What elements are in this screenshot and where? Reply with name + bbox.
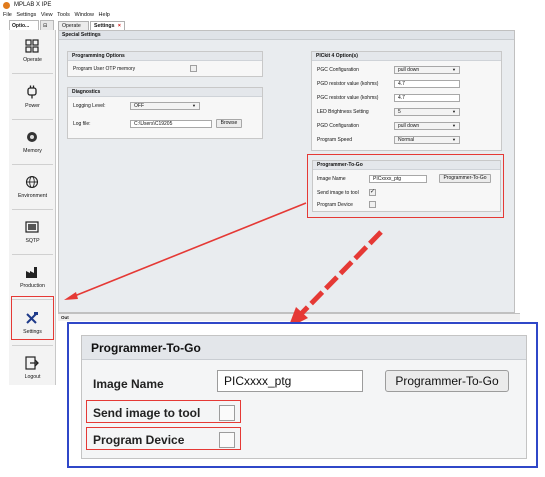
tab-settings[interactable]: Settings × bbox=[90, 21, 125, 30]
menu-help[interactable]: Help bbox=[99, 12, 110, 18]
title-bar: MPLAB X IPE bbox=[0, 0, 545, 11]
output-tab[interactable]: Out bbox=[58, 313, 520, 321]
tab-operate[interactable]: Operate bbox=[58, 21, 89, 30]
pgd-resistor-input[interactable]: 4.7 bbox=[394, 80, 460, 88]
pgc-resistor-input[interactable]: 4.7 bbox=[394, 94, 460, 102]
chevron-down-icon: ▼ bbox=[192, 103, 196, 108]
log-file-input[interactable]: C:\Users\C19205 bbox=[130, 120, 212, 128]
program-speed-label: Program Speed bbox=[317, 137, 353, 143]
sidebar-item-label: SQTP bbox=[25, 238, 40, 244]
tab-settings-label: Settings bbox=[94, 23, 115, 29]
program-speed-value: Normal bbox=[398, 137, 415, 143]
divider bbox=[12, 209, 53, 210]
zoom-callout: Programmer-To-Go Image Name PICxxxx_ptg … bbox=[67, 322, 538, 468]
pgc-configuration-select[interactable]: pull down ▼ bbox=[394, 66, 460, 74]
side-tab-strip: Optio... ⊟ bbox=[9, 20, 56, 30]
programming-options-panel: Programming Options Program User OTP mem… bbox=[67, 51, 263, 77]
menu-settings[interactable]: Settings bbox=[16, 12, 36, 18]
menu-view[interactable]: View bbox=[41, 12, 53, 18]
pgd-configuration-value: pull down bbox=[398, 123, 420, 129]
sidebar-item-production[interactable]: Production bbox=[9, 256, 56, 298]
close-icon[interactable]: × bbox=[118, 23, 121, 29]
tab-minimize[interactable]: ⊟ bbox=[40, 20, 54, 30]
sidebar-item-label: Memory bbox=[23, 148, 42, 154]
pgc-configuration-value: pull down bbox=[398, 67, 420, 73]
sidebar-item-logout[interactable]: Logout bbox=[9, 347, 56, 389]
sidebar-item-operate[interactable]: Operate bbox=[9, 30, 56, 72]
sidebar-item-label: Operate bbox=[23, 57, 42, 63]
tab-options[interactable]: Optio... bbox=[9, 20, 39, 30]
logging-level-select[interactable]: OFF ▼ bbox=[130, 102, 200, 110]
menu-bar: File Settings View Tools Window Help bbox=[0, 11, 545, 20]
led-brightness-select[interactable]: 5 ▼ bbox=[394, 108, 460, 116]
led-brightness-label: LED Brightness Setting bbox=[317, 109, 369, 115]
led-brightness-value: 5 bbox=[398, 109, 401, 115]
zoom-image-name-label: Image Name bbox=[93, 377, 164, 391]
divider bbox=[12, 119, 53, 120]
menu-file[interactable]: File bbox=[3, 12, 12, 18]
chevron-down-icon: ▼ bbox=[452, 123, 456, 128]
zoom-image-name-input[interactable]: PICxxxx_ptg bbox=[217, 370, 363, 392]
browse-button[interactable]: Browse bbox=[216, 119, 242, 128]
panel-title: Diagnostics bbox=[68, 88, 262, 97]
pgd-configuration-select[interactable]: pull down ▼ bbox=[394, 122, 460, 130]
otp-label: Program User OTP memory bbox=[73, 66, 136, 72]
pgc-resistor-label: PGC resistor value (kohms) bbox=[317, 95, 379, 101]
program-speed-select[interactable]: Normal ▼ bbox=[394, 136, 460, 144]
divider bbox=[12, 164, 53, 165]
sidebar-item-memory[interactable]: Memory bbox=[9, 121, 56, 163]
zoom-programmer-to-go-button[interactable]: Programmer-To-Go bbox=[385, 370, 509, 392]
otp-checkbox[interactable] bbox=[190, 65, 197, 72]
document-tab-strip: Operate Settings × bbox=[58, 21, 528, 30]
menu-window[interactable]: Window bbox=[74, 12, 94, 18]
sidebar-item-label: Power bbox=[25, 103, 40, 109]
sidebar-item-environment[interactable]: Environment bbox=[9, 166, 56, 208]
menu-tools[interactable]: Tools bbox=[57, 12, 70, 18]
divider bbox=[12, 345, 53, 346]
program-device-highlight bbox=[86, 427, 241, 450]
sidebar-item-label: Production bbox=[20, 283, 45, 289]
logout-icon bbox=[25, 356, 39, 370]
logging-level-value: OFF bbox=[134, 103, 144, 109]
power-plug-icon bbox=[27, 85, 37, 99]
sidebar-item-power[interactable]: Power bbox=[9, 76, 56, 118]
panel-title: Programming Options bbox=[68, 52, 262, 61]
sidebar-item-sqtp[interactable]: SQTP bbox=[9, 211, 56, 253]
sidebar-item-label: Logout bbox=[24, 374, 41, 380]
divider bbox=[12, 254, 53, 255]
window-title: MPLAB X IPE bbox=[14, 2, 52, 8]
settings-highlight bbox=[11, 296, 54, 340]
chevron-down-icon: ▼ bbox=[452, 67, 456, 72]
chevron-down-icon: ▼ bbox=[452, 137, 456, 142]
sidebar-item-label: Environment bbox=[17, 193, 48, 199]
log-file-label: Log file: bbox=[73, 121, 91, 127]
pgc-configuration-label: PGC Configuration bbox=[317, 67, 359, 73]
diagnostics-panel: Diagnostics Logging Level: OFF ▼ Log fil… bbox=[67, 87, 263, 139]
panel-title: PICkit 4 Option(s) bbox=[312, 52, 501, 61]
pickit-options-panel: PICkit 4 Option(s) PGC Configuration pul… bbox=[311, 51, 502, 151]
memory-chip-icon bbox=[27, 132, 37, 142]
pgd-configuration-label: PGD Configuration bbox=[317, 123, 359, 129]
logging-level-label: Logging Level: bbox=[73, 103, 106, 109]
special-settings-header: Special Settings bbox=[59, 31, 514, 40]
mplab-logo-icon bbox=[3, 2, 10, 9]
send-image-highlight bbox=[86, 400, 241, 423]
sqtp-chip-icon bbox=[25, 221, 39, 233]
chevron-down-icon: ▼ bbox=[452, 109, 456, 114]
pgd-resistor-label: PGD resistor value (kohms) bbox=[317, 81, 379, 87]
zoom-panel-title: Programmer-To-Go bbox=[82, 336, 526, 360]
programmer-to-go-highlight bbox=[307, 154, 504, 218]
globe-icon bbox=[25, 175, 39, 189]
divider bbox=[12, 73, 53, 74]
factory-icon bbox=[26, 267, 37, 278]
grid-icon bbox=[25, 39, 39, 53]
